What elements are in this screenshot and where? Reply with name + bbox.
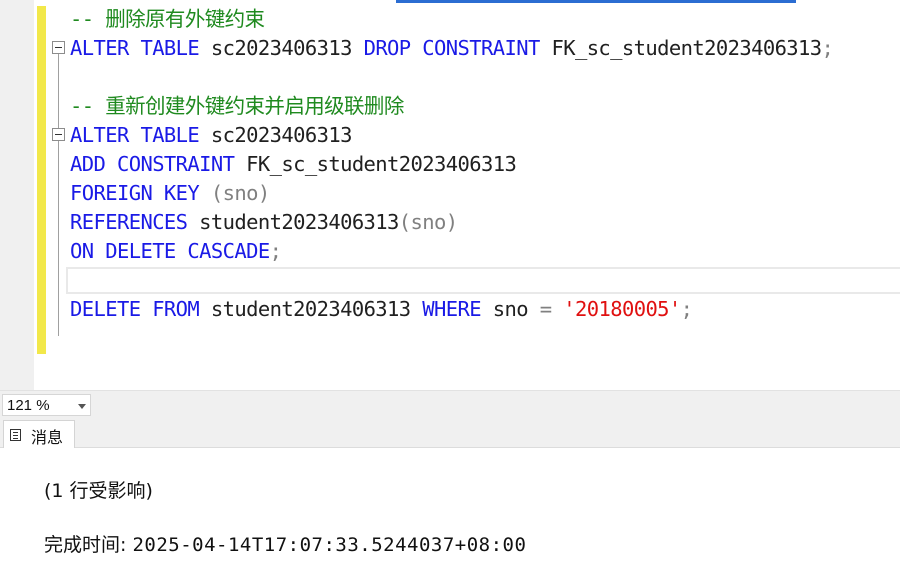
keyword: ON DELETE CASCADE [70, 239, 270, 263]
tab-messages[interactable]: 消息 [3, 420, 75, 449]
editor-gutter [0, 0, 34, 390]
keyword: ALTER TABLE [70, 36, 200, 60]
keyword: REFERENCES [70, 210, 188, 234]
editor-top-indicator [396, 0, 796, 3]
code-line-comment-2: -- 重新创建外键约束并启用级联删除 [70, 92, 404, 121]
code-line-on-delete: ON DELETE CASCADE; [70, 237, 282, 266]
dropdown-arrow-icon[interactable] [78, 404, 86, 409]
tab-label: 消息 [31, 428, 64, 447]
zoom-value: 121 % [7, 397, 50, 414]
identifier: FK_sc_student2023406313 [551, 36, 822, 60]
current-line-highlight [66, 267, 900, 294]
string-literal: '20180005' [563, 297, 681, 321]
operator: = [539, 297, 552, 321]
keyword: DELETE FROM [70, 297, 200, 321]
results-tab-strip: 消息 [0, 418, 900, 449]
punctuation: ; [821, 36, 834, 60]
column-list: (sno) [210, 181, 270, 205]
zoom-select[interactable]: 121 % [2, 394, 91, 416]
column-list: (sno) [398, 210, 458, 234]
keyword: ALTER TABLE [70, 123, 200, 147]
collapse-icon[interactable] [52, 128, 65, 141]
code-line-alter: ALTER TABLE sc2023406313 [70, 121, 352, 150]
zoom-bar: 121 % [0, 390, 900, 418]
collapse-icon[interactable] [52, 41, 65, 54]
messages-icon [10, 429, 21, 441]
keyword: WHERE [422, 297, 482, 321]
code-line-add-constraint: ADD CONSTRAINT FK_sc_student2023406313 [70, 150, 517, 179]
outline-line [58, 52, 59, 336]
punctuation: ; [269, 239, 282, 263]
identifier: sno [492, 297, 529, 321]
identifier: FK_sc_student2023406313 [246, 152, 517, 176]
sql-editor[interactable]: -- 删除原有外键约束 ALTER TABLE sc2023406313 DRO… [0, 0, 900, 390]
comment-text: -- 重新创建外键约束并启用级联删除 [70, 94, 404, 118]
identifier: student2023406313 [210, 297, 411, 321]
code-line-foreign-key: FOREIGN KEY (sno) [70, 179, 270, 208]
code-line-references: REFERENCES student2023406313(sno) [70, 208, 458, 237]
identifier: sc2023406313 [210, 123, 353, 147]
code-line-drop: ALTER TABLE sc2023406313 DROP CONSTRAINT… [70, 34, 834, 63]
change-tracking-bar [37, 6, 46, 354]
punctuation: ; [680, 297, 693, 321]
keyword: FOREIGN KEY [70, 181, 200, 205]
completion-time-label: 完成时间: [44, 534, 133, 556]
completion-time-message: 完成时间: 2025-04-14T17:07:33.5244037+08:00 [44, 530, 526, 557]
keyword: ADD CONSTRAINT [70, 152, 235, 176]
messages-pane[interactable]: (1 行受影响) 完成时间: 2025-04-14T17:07:33.52440… [0, 448, 900, 570]
rows-affected-message: (1 行受影响) [44, 480, 153, 502]
identifier: student2023406313 [199, 210, 399, 234]
code-line-delete: DELETE FROM student2023406313 WHERE sno … [70, 295, 693, 324]
comment-text: -- 删除原有外键约束 [70, 7, 265, 31]
completion-time-value: 2025-04-14T17:07:33.5244037+08:00 [132, 534, 527, 556]
keyword: DROP CONSTRAINT [363, 36, 541, 60]
identifier: sc2023406313 [210, 36, 353, 60]
code-line-comment-1: -- 删除原有外键约束 [70, 5, 265, 34]
